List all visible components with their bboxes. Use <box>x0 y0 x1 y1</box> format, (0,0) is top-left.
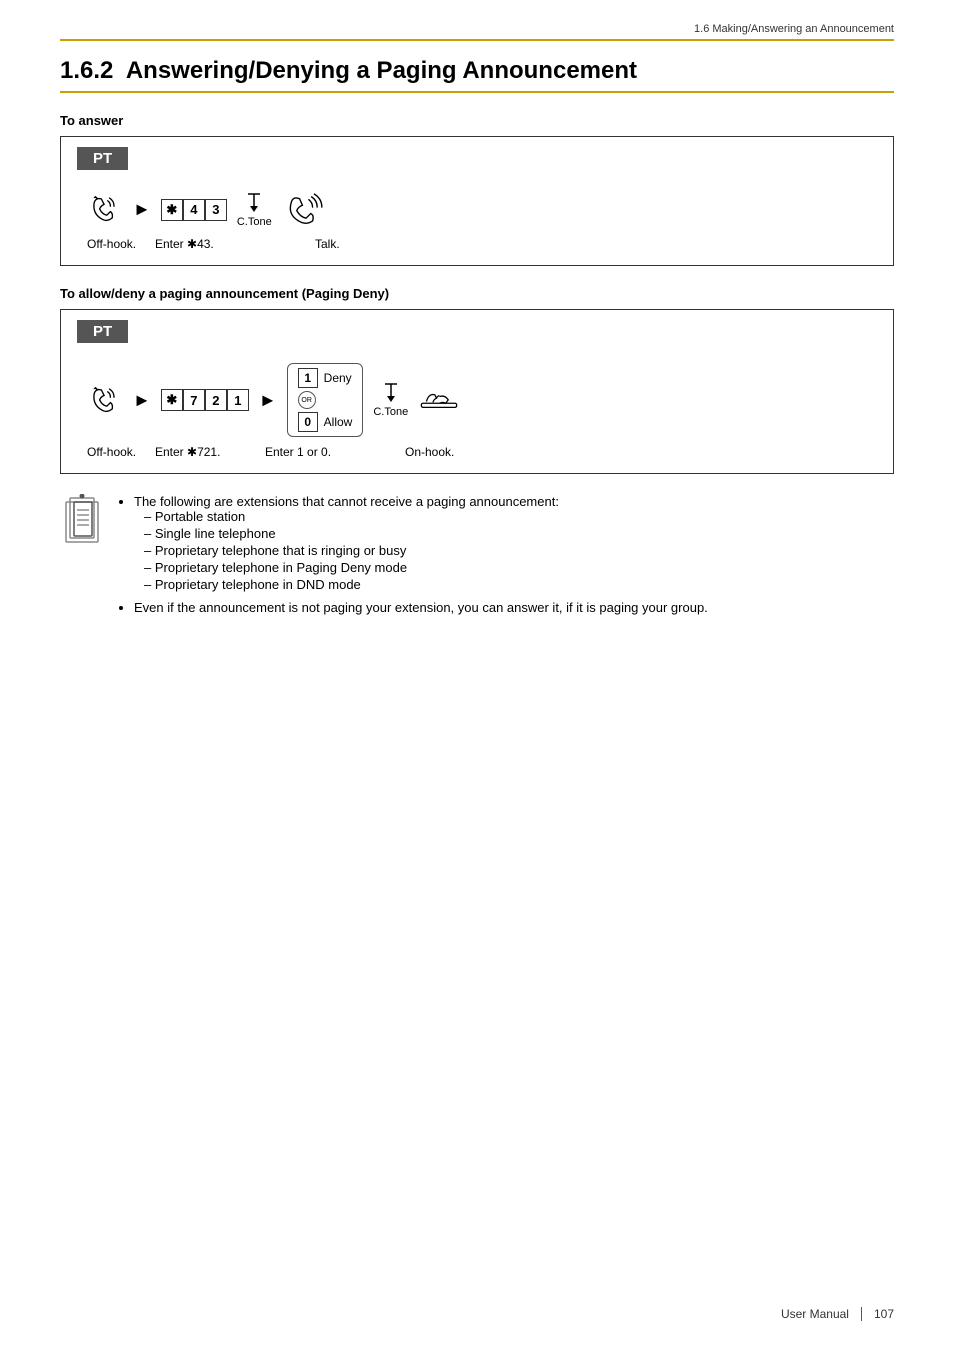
sub-item-1: Portable station <box>144 509 894 524</box>
section-title: 1.6.2 Answering/Denying a Paging Announc… <box>60 57 894 93</box>
label-offhook-deny: Off-hook. <box>87 445 139 459</box>
key-3: 3 <box>205 199 227 221</box>
to-answer-label: To answer <box>60 113 894 128</box>
page-container: 1.6 Making/Answering an Announcement 1.6… <box>0 0 954 1351</box>
ctone-label-answer: C.Tone <box>237 216 272 228</box>
ctone-answer: C.Tone <box>237 192 272 228</box>
label-onhook: On-hook. <box>405 445 454 459</box>
pt-label-answer: PT <box>77 147 128 170</box>
arrow-3: ► <box>259 390 277 411</box>
talk-icon <box>282 190 332 229</box>
section-number: 1.6.2 <box>60 57 113 84</box>
deny-allow-box: 1 Deny OR 0 Allow <box>287 363 364 437</box>
arrow-1: ► <box>133 199 151 220</box>
key-1: 1 <box>227 389 249 411</box>
sub-item-5: Proprietary telephone in DND mode <box>144 577 894 592</box>
or-circle: OR <box>298 391 316 409</box>
label-enter10: Enter 1 or 0. <box>265 445 355 459</box>
key-group-721: ✱ 7 2 1 <box>161 389 249 411</box>
section-heading: Answering/Denying a Paging Announcement <box>126 57 637 84</box>
key-7: 7 <box>183 389 205 411</box>
footer-divider <box>861 1307 862 1321</box>
ctone-deny: C.Tone <box>373 382 408 418</box>
notes-list: The following are extensions that cannot… <box>118 494 894 615</box>
key-4: 4 <box>183 199 205 221</box>
notes-section: The following are extensions that cannot… <box>60 494 894 623</box>
note-bullet2: Even if the announcement is not paging y… <box>134 600 894 615</box>
ctone-label-deny: C.Tone <box>373 406 408 418</box>
label-talk: Talk. <box>315 237 340 251</box>
label-enter721: Enter ✱721. <box>155 445 265 459</box>
header-line: 1.6 Making/Answering an Announcement <box>60 20 894 41</box>
offhook-phone-icon <box>87 193 123 226</box>
sub-item-2: Single line telephone <box>144 526 894 541</box>
to-answer-diagram: PT ► ✱ <box>60 136 894 266</box>
allow-key: 0 <box>298 412 318 432</box>
label-enter43: Enter ✱43. <box>155 237 255 251</box>
onhook-icon <box>418 385 460 416</box>
allow-row: 0 Allow <box>298 412 353 432</box>
deny-diagram-row: ► ✱ 7 2 1 ► 1 <box>77 357 877 443</box>
answer-diagram-row: ► ✱ 4 3 C.Tone <box>77 184 877 235</box>
footer-page-number: 107 <box>874 1307 894 1321</box>
sub-list: Portable station Single line telephone P… <box>134 509 894 592</box>
deny-row: 1 Deny <box>298 368 352 388</box>
to-allow-deny-diagram: PT ► ✱ 7 <box>60 309 894 474</box>
sub-item-4: Proprietary telephone in Paging Deny mod… <box>144 560 894 575</box>
note-icon <box>60 494 104 549</box>
deny-key: 1 <box>298 368 318 388</box>
pt-label-deny: PT <box>77 320 128 343</box>
key-2: 2 <box>205 389 227 411</box>
sub-item-3: Proprietary telephone that is ringing or… <box>144 543 894 558</box>
to-allow-deny-label: To allow/deny a paging announcement (Pag… <box>60 286 894 301</box>
note-bullet1: The following are extensions that cannot… <box>134 494 894 592</box>
key-star-answer: ✱ <box>161 199 183 221</box>
page-footer: User Manual 107 <box>781 1307 894 1321</box>
deny-label-row: Off-hook. Enter ✱721. Enter 1 or 0. On-h… <box>77 445 877 459</box>
offhook-phone-icon-2 <box>87 384 123 417</box>
footer-label: User Manual <box>781 1307 849 1321</box>
deny-label: Deny <box>324 371 352 385</box>
header-section-ref: 1.6 Making/Answering an Announcement <box>694 23 894 35</box>
answer-label-row: Off-hook. Enter ✱43. Talk. <box>77 237 877 251</box>
key-star-deny: ✱ <box>161 389 183 411</box>
label-offhook-answer: Off-hook. <box>87 237 139 251</box>
arrow-2: ► <box>133 390 151 411</box>
key-group-43: ✱ 4 3 <box>161 199 227 221</box>
notes-content: The following are extensions that cannot… <box>118 494 894 623</box>
allow-label: Allow <box>324 415 353 429</box>
